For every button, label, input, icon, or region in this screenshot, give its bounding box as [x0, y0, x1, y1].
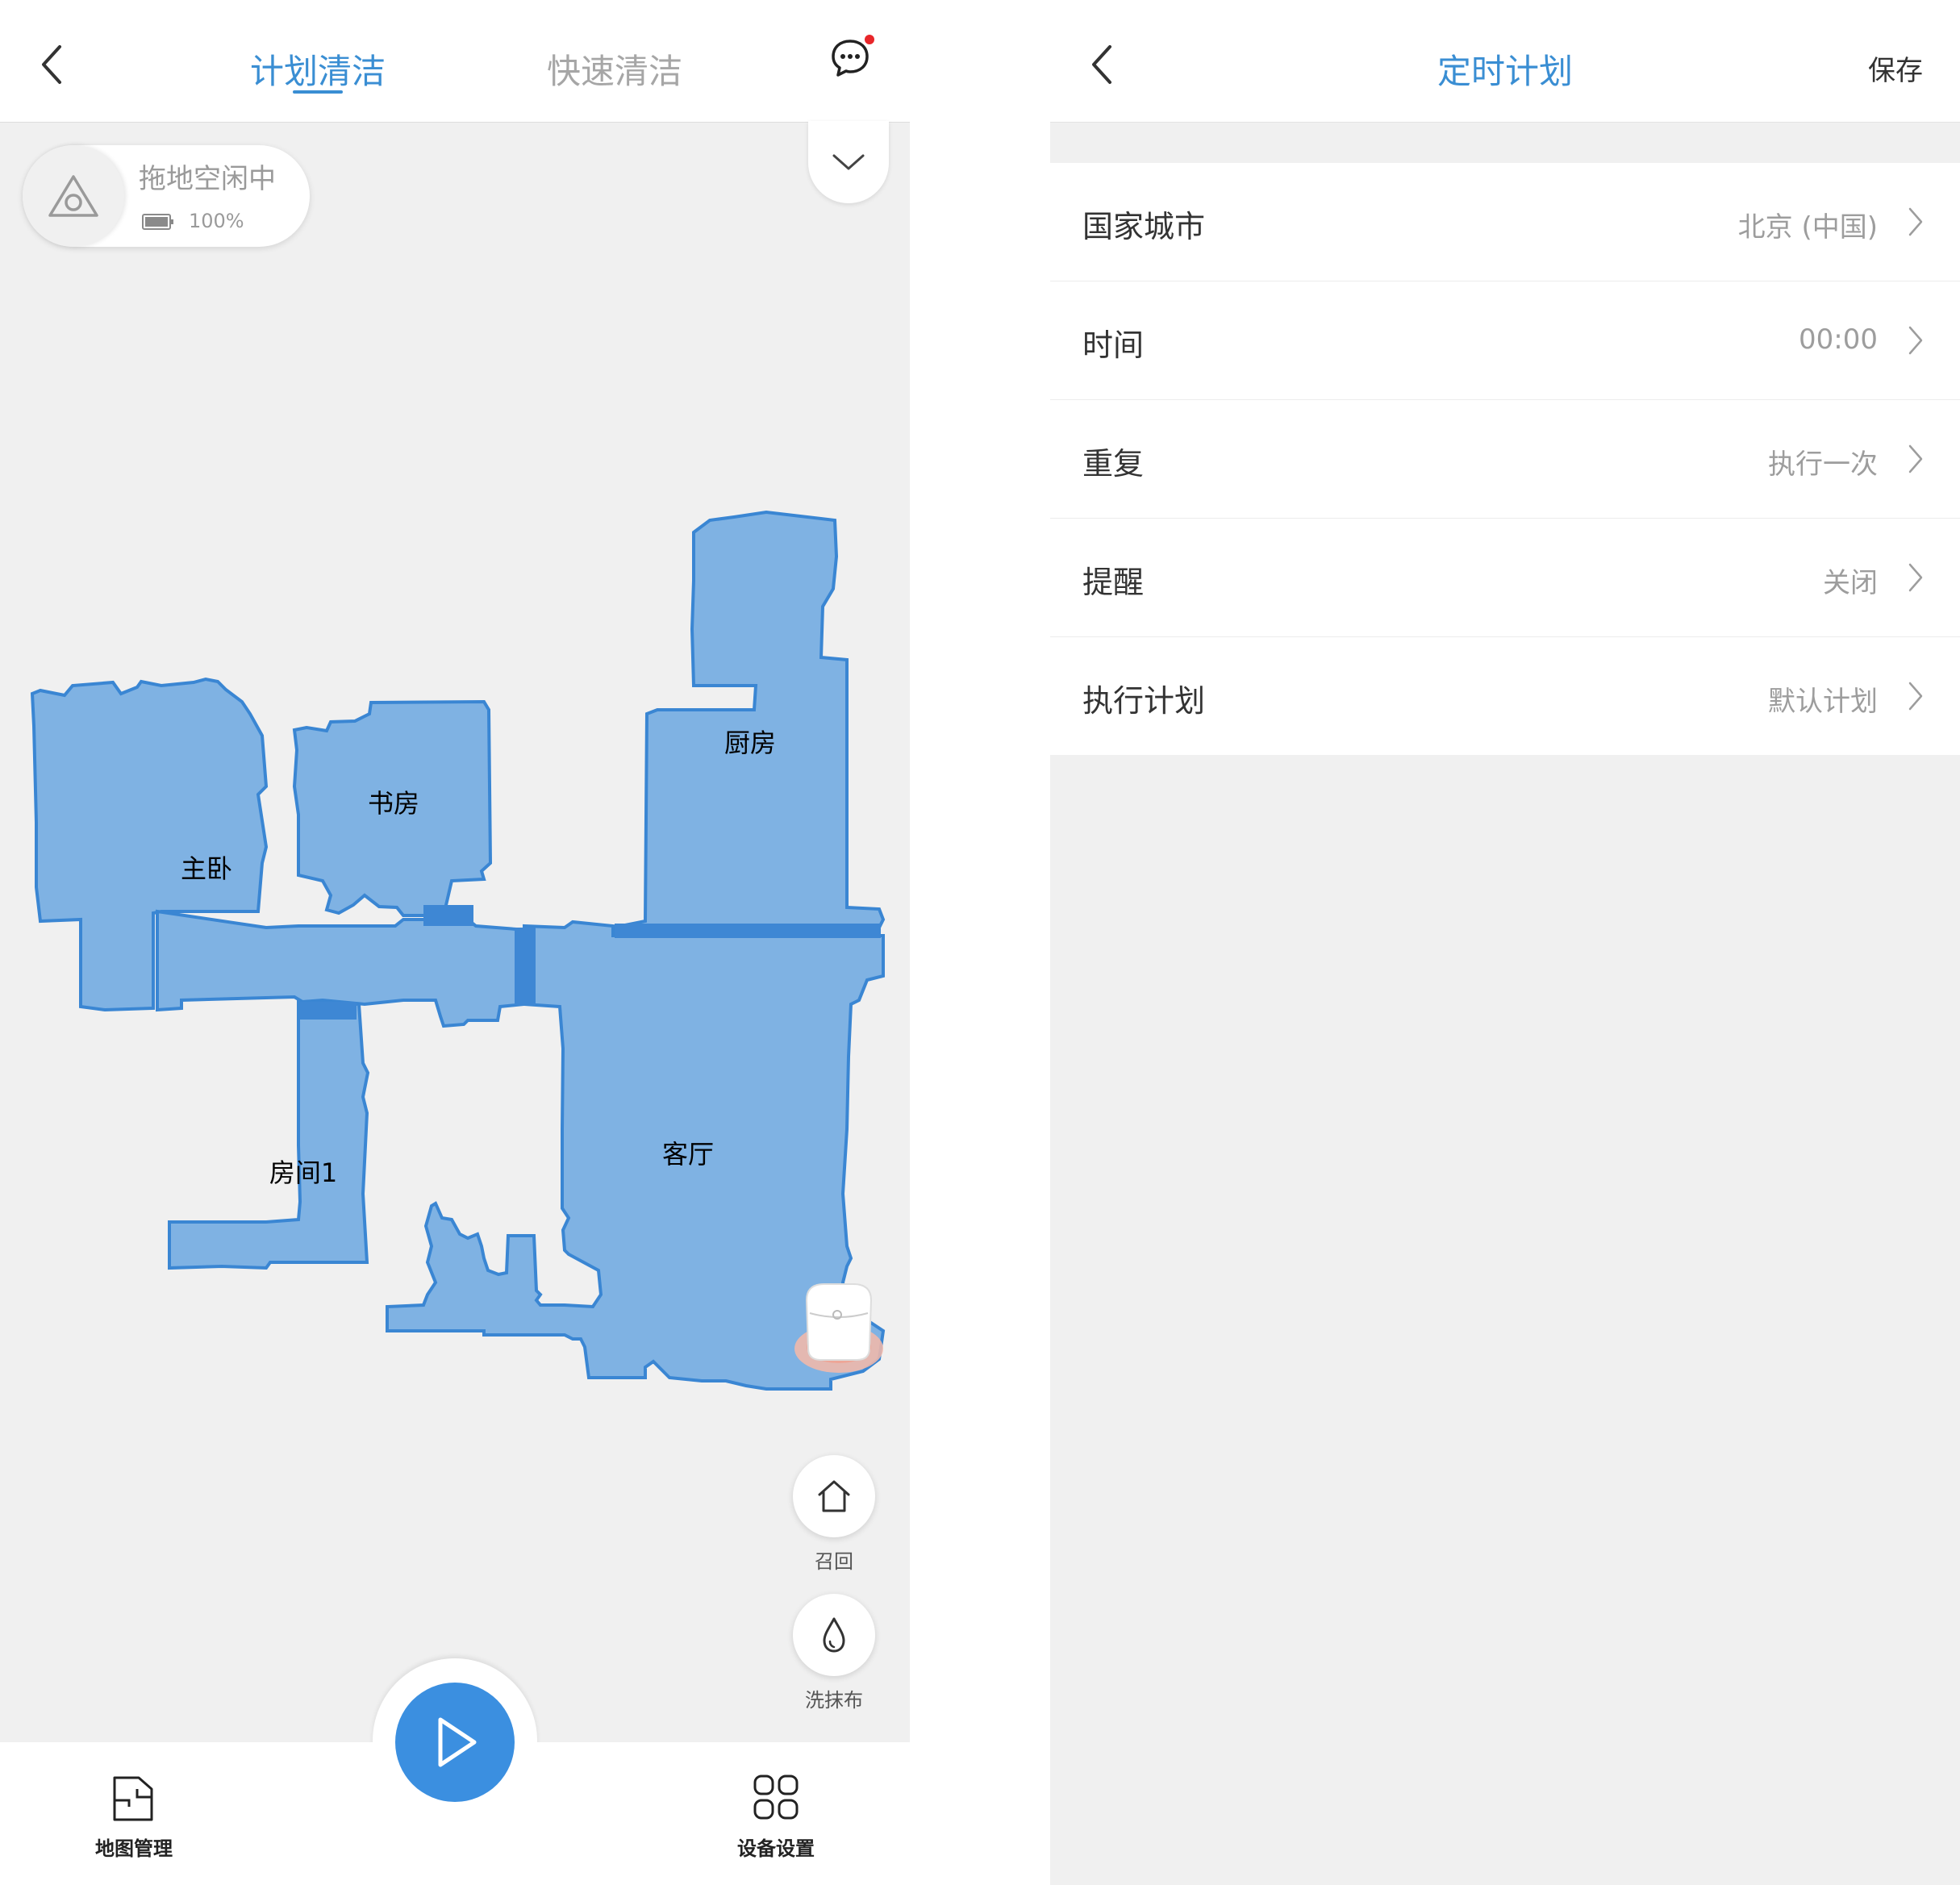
chevron-down-icon	[832, 154, 865, 170]
floor-map[interactable]: 主卧 书房 厨房 房间1 客厅	[0, 121, 910, 1412]
setting-row-city[interactable]: 国家城市 北京 (中国)	[1050, 163, 1960, 281]
page-title: 定时计划	[1437, 52, 1573, 91]
back-button[interactable]	[19, 32, 84, 97]
setting-value: 关闭	[1823, 567, 1878, 599]
setting-row-reminder[interactable]: 提醒 关闭	[1050, 519, 1960, 637]
notification-dot	[865, 35, 874, 44]
chevron-right-icon	[1908, 207, 1923, 236]
robot-dock-icon	[794, 1283, 883, 1373]
device-settings-label[interactable]: 设备设置	[719, 1833, 832, 1861]
setting-value: 北京 (中国)	[1737, 211, 1878, 244]
room-label-study: 书房	[368, 788, 419, 819]
map-management-icon[interactable]	[110, 1773, 156, 1825]
room-kitchen	[611, 510, 886, 937]
chevron-right-icon	[1908, 326, 1923, 355]
chevron-right-icon	[1908, 682, 1923, 711]
right-screen: 定时计划 保存 国家城市 北京 (中国) 时间 00:00 重复 执行一次 提醒…	[1050, 0, 1960, 1885]
recall-label: 召回	[815, 1550, 853, 1573]
save-button[interactable]: 保存	[1868, 48, 1923, 88]
chat-bubble-icon	[832, 40, 869, 77]
room-1	[168, 999, 370, 1270]
status-text: 拖地空闲中	[139, 163, 276, 195]
setting-value: 00:00	[1799, 323, 1878, 356]
chevron-left-icon	[42, 45, 61, 84]
setting-label: 提醒	[1082, 565, 1145, 600]
wash-mop-button[interactable]	[793, 1594, 875, 1676]
tab-quick-clean[interactable]: 快速清洁	[547, 44, 682, 94]
chevron-right-icon	[1908, 563, 1923, 592]
recall-button[interactable]	[793, 1455, 875, 1537]
left-screen: 计划清洁 快速清洁 主卧 书房 厨房 房间1 客厅 拖地空闲中 100% 召回 …	[0, 0, 910, 1885]
setting-label: 国家城市	[1082, 209, 1206, 244]
setting-label: 执行计划	[1082, 683, 1206, 719]
room-label-room1: 房间1	[269, 1157, 337, 1188]
battery-icon	[142, 214, 173, 230]
room-label-master-bedroom: 主卧	[181, 853, 232, 884]
left-header: 计划清洁 快速清洁	[0, 0, 910, 123]
setting-label: 重复	[1082, 446, 1145, 482]
mop-triangle-icon	[48, 175, 98, 217]
map-management-label[interactable]: 地图管理	[77, 1833, 190, 1861]
setting-row-time[interactable]: 时间 00:00	[1050, 281, 1960, 400]
setting-label: 时间	[1082, 327, 1145, 363]
setting-value: 默认计划	[1768, 686, 1878, 718]
grid-settings-icon[interactable]	[752, 1773, 800, 1821]
setting-row-repeat[interactable]: 重复 执行一次	[1050, 400, 1960, 519]
tab-plan-clean[interactable]: 计划清洁	[250, 44, 386, 94]
room-label-living: 客厅	[662, 1139, 714, 1170]
collapse-button[interactable]	[808, 121, 889, 203]
room-label-kitchen: 厨房	[724, 728, 776, 758]
wash-mop-label: 洗抹布	[805, 1689, 863, 1712]
right-header: 定时计划 保存	[1050, 0, 1960, 123]
home-icon	[818, 1480, 850, 1512]
setting-value: 执行一次	[1768, 448, 1878, 481]
play-icon	[438, 1717, 477, 1767]
device-mode-badge	[23, 145, 124, 247]
schedule-settings-list: 国家城市 北京 (中国) 时间 00:00 重复 执行一次 提醒 关闭 执行计划…	[1050, 163, 1960, 755]
start-cleaning-button[interactable]	[395, 1683, 515, 1802]
water-drop-icon	[823, 1617, 845, 1653]
active-tab-indicator	[293, 90, 343, 94]
chevron-right-icon	[1908, 444, 1923, 473]
battery-level: 100%	[189, 210, 244, 232]
setting-row-execute-plan[interactable]: 执行计划 默认计划	[1050, 637, 1960, 755]
